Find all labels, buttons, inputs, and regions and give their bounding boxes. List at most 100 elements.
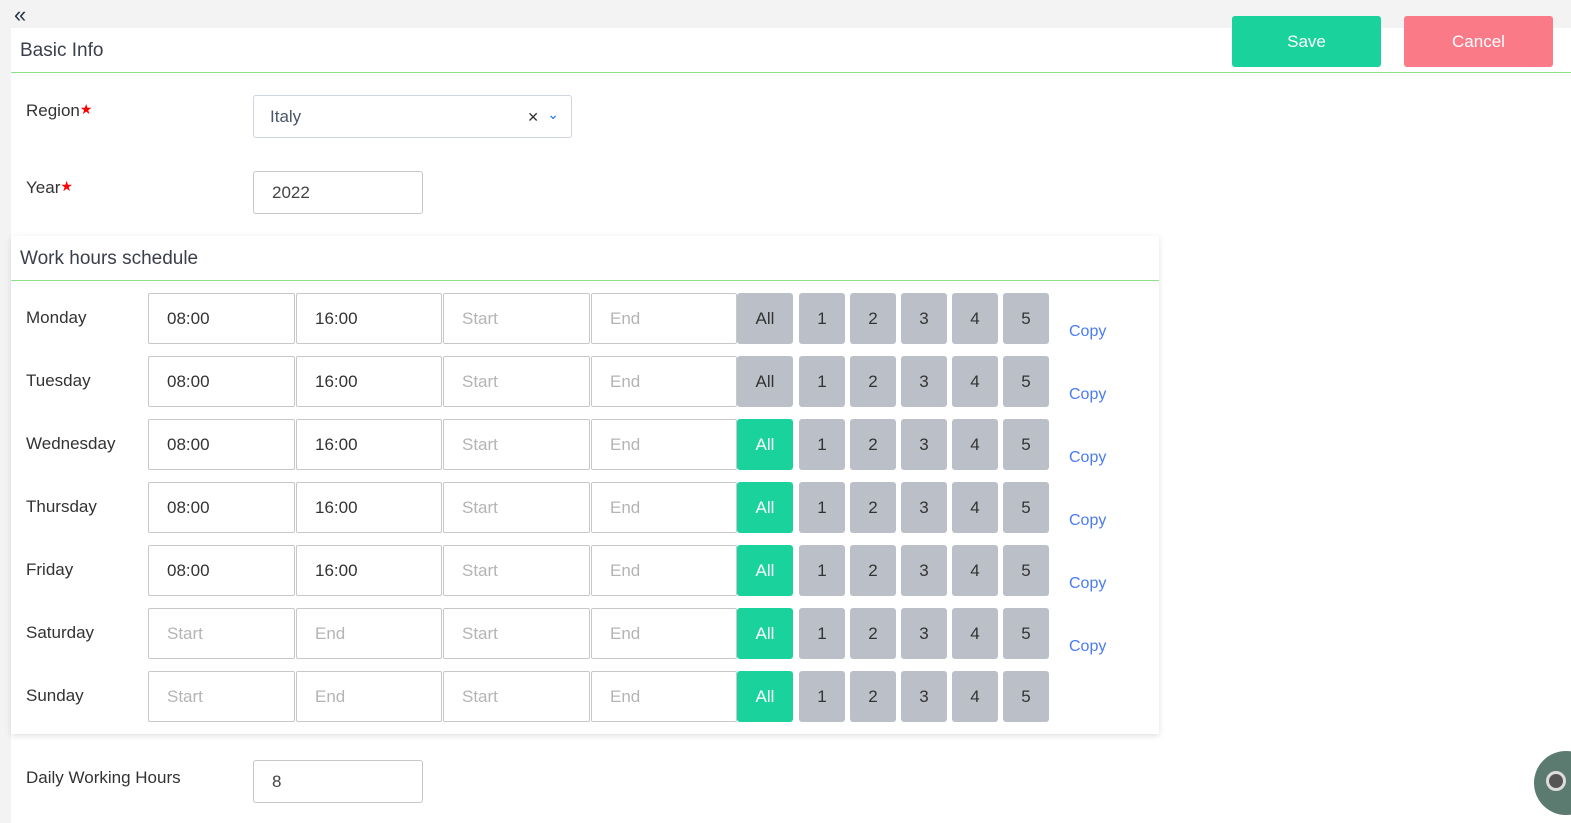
week-1-button[interactable]: 1 bbox=[799, 671, 845, 722]
required-star-icon: ★ bbox=[79, 101, 93, 117]
end-time-input[interactable]: End bbox=[296, 671, 442, 722]
copy-link[interactable]: Copy bbox=[1069, 449, 1106, 467]
schedule-row: Thursday 08:00 16:00 Start End All 1 2 3 4 5 Copy bbox=[11, 482, 1159, 533]
start-time-input[interactable]: Start bbox=[443, 608, 590, 659]
week-all-button[interactable]: All bbox=[737, 545, 793, 596]
week-all-button[interactable]: All bbox=[737, 356, 793, 407]
end-time-input[interactable]: End bbox=[591, 419, 737, 470]
week-2-button[interactable]: 2 bbox=[850, 671, 896, 722]
week-2-button[interactable]: 2 bbox=[850, 293, 896, 344]
week-all-button[interactable]: All bbox=[737, 293, 793, 344]
start-time-input[interactable]: Start bbox=[443, 293, 590, 344]
start-time-input[interactable]: 08:00 bbox=[148, 293, 295, 344]
week-2-button[interactable]: 2 bbox=[850, 356, 896, 407]
end-time-input[interactable]: 16:00 bbox=[296, 293, 442, 344]
region-label-text: Region bbox=[26, 101, 80, 120]
week-5-button[interactable]: 5 bbox=[1003, 356, 1049, 407]
clear-icon[interactable]: ✕ bbox=[527, 109, 539, 126]
end-time-input[interactable]: 16:00 bbox=[296, 419, 442, 470]
copy-link[interactable]: Copy bbox=[1069, 386, 1106, 404]
week-2-button[interactable]: 2 bbox=[850, 608, 896, 659]
week-all-button[interactable]: All bbox=[737, 482, 793, 533]
week-5-button[interactable]: 5 bbox=[1003, 671, 1049, 722]
end-time-input[interactable]: End bbox=[591, 356, 737, 407]
week-1-button[interactable]: 1 bbox=[799, 545, 845, 596]
day-label: Sunday bbox=[26, 686, 84, 705]
end-time-input[interactable]: 16:00 bbox=[296, 545, 442, 596]
start-time-input[interactable]: Start bbox=[443, 671, 590, 722]
week-2-button[interactable]: 2 bbox=[850, 545, 896, 596]
year-input[interactable] bbox=[253, 171, 423, 214]
daily-hours-label: Daily Working Hours bbox=[26, 768, 181, 787]
week-2-button[interactable]: 2 bbox=[850, 419, 896, 470]
start-time-input[interactable]: Start bbox=[443, 419, 590, 470]
schedule-row: Friday 08:00 16:00 Start End All 1 2 3 4 5 Copy bbox=[11, 545, 1159, 596]
copy-link[interactable]: Copy bbox=[1069, 575, 1106, 593]
end-time-input[interactable]: End bbox=[591, 545, 737, 596]
copy-link[interactable]: Copy bbox=[1069, 323, 1106, 341]
copy-link[interactable]: Copy bbox=[1069, 512, 1106, 530]
week-5-button[interactable]: 5 bbox=[1003, 545, 1049, 596]
week-4-button[interactable]: 4 bbox=[952, 482, 998, 533]
week-4-button[interactable]: 4 bbox=[952, 293, 998, 344]
week-1-button[interactable]: 1 bbox=[799, 293, 845, 344]
start-time-input[interactable]: 08:00 bbox=[148, 419, 295, 470]
week-all-button[interactable]: All bbox=[737, 671, 793, 722]
week-3-button[interactable]: 3 bbox=[901, 356, 947, 407]
week-3-button[interactable]: 3 bbox=[901, 419, 947, 470]
week-3-button[interactable]: 3 bbox=[901, 671, 947, 722]
end-time-input[interactable]: End bbox=[296, 608, 442, 659]
week-1-button[interactable]: 1 bbox=[799, 419, 845, 470]
week-3-button[interactable]: 3 bbox=[901, 293, 947, 344]
save-button[interactable]: Save bbox=[1232, 16, 1381, 67]
start-time-input[interactable]: Start bbox=[443, 482, 590, 533]
daily-hours-input[interactable] bbox=[253, 760, 423, 803]
end-time-input[interactable]: End bbox=[591, 608, 737, 659]
week-all-button[interactable]: All bbox=[737, 608, 793, 659]
cancel-button[interactable]: Cancel bbox=[1404, 16, 1553, 67]
region-select[interactable]: Italy ✕ ⌄ bbox=[253, 95, 572, 138]
day-label: Saturday bbox=[26, 623, 95, 642]
week-5-button[interactable]: 5 bbox=[1003, 482, 1049, 533]
start-time-input[interactable]: Start bbox=[443, 356, 590, 407]
year-label: Year★ bbox=[26, 178, 73, 198]
week-2-button[interactable]: 2 bbox=[850, 482, 896, 533]
end-time-input[interactable]: 16:00 bbox=[296, 482, 442, 533]
end-time-input[interactable]: End bbox=[591, 671, 737, 722]
collapse-back-icon[interactable]: « bbox=[14, 2, 26, 28]
week-3-button[interactable]: 3 bbox=[901, 545, 947, 596]
week-4-button[interactable]: 4 bbox=[952, 356, 998, 407]
day-label: Thursday bbox=[26, 497, 97, 516]
end-time-input[interactable]: End bbox=[591, 293, 737, 344]
week-5-button[interactable]: 5 bbox=[1003, 608, 1049, 659]
copy-link[interactable]: Copy bbox=[1069, 638, 1106, 656]
week-4-button[interactable]: 4 bbox=[952, 419, 998, 470]
week-4-button[interactable]: 4 bbox=[952, 671, 998, 722]
week-5-button[interactable]: 5 bbox=[1003, 293, 1049, 344]
week-3-button[interactable]: 3 bbox=[901, 608, 947, 659]
week-1-button[interactable]: 1 bbox=[799, 608, 845, 659]
schedule-title: Work hours schedule bbox=[11, 236, 1159, 281]
end-time-input[interactable]: 16:00 bbox=[296, 356, 442, 407]
day-label: Tuesday bbox=[26, 371, 91, 390]
chevron-down-icon[interactable]: ⌄ bbox=[547, 106, 559, 123]
start-time-input[interactable]: 08:00 bbox=[148, 356, 295, 407]
day-label: Monday bbox=[26, 308, 87, 327]
start-time-input[interactable]: Start bbox=[148, 608, 295, 659]
week-3-button[interactable]: 3 bbox=[901, 482, 947, 533]
week-1-button[interactable]: 1 bbox=[799, 356, 845, 407]
start-time-input[interactable]: 08:00 bbox=[148, 545, 295, 596]
week-all-button[interactable]: All bbox=[737, 419, 793, 470]
week-4-button[interactable]: 4 bbox=[952, 608, 998, 659]
start-time-input[interactable]: 08:00 bbox=[148, 482, 295, 533]
start-time-input[interactable]: Start bbox=[443, 545, 590, 596]
region-label: Region★ bbox=[26, 101, 92, 121]
day-label: Friday bbox=[26, 560, 74, 579]
work-hours-schedule: Work hours schedule Monday 08:00 16:00 Star… bbox=[11, 236, 1159, 734]
year-label-text: Year bbox=[26, 178, 61, 197]
start-time-input[interactable]: Start bbox=[148, 671, 295, 722]
week-5-button[interactable]: 5 bbox=[1003, 419, 1049, 470]
week-4-button[interactable]: 4 bbox=[952, 545, 998, 596]
week-1-button[interactable]: 1 bbox=[799, 482, 845, 533]
end-time-input[interactable]: End bbox=[591, 482, 737, 533]
